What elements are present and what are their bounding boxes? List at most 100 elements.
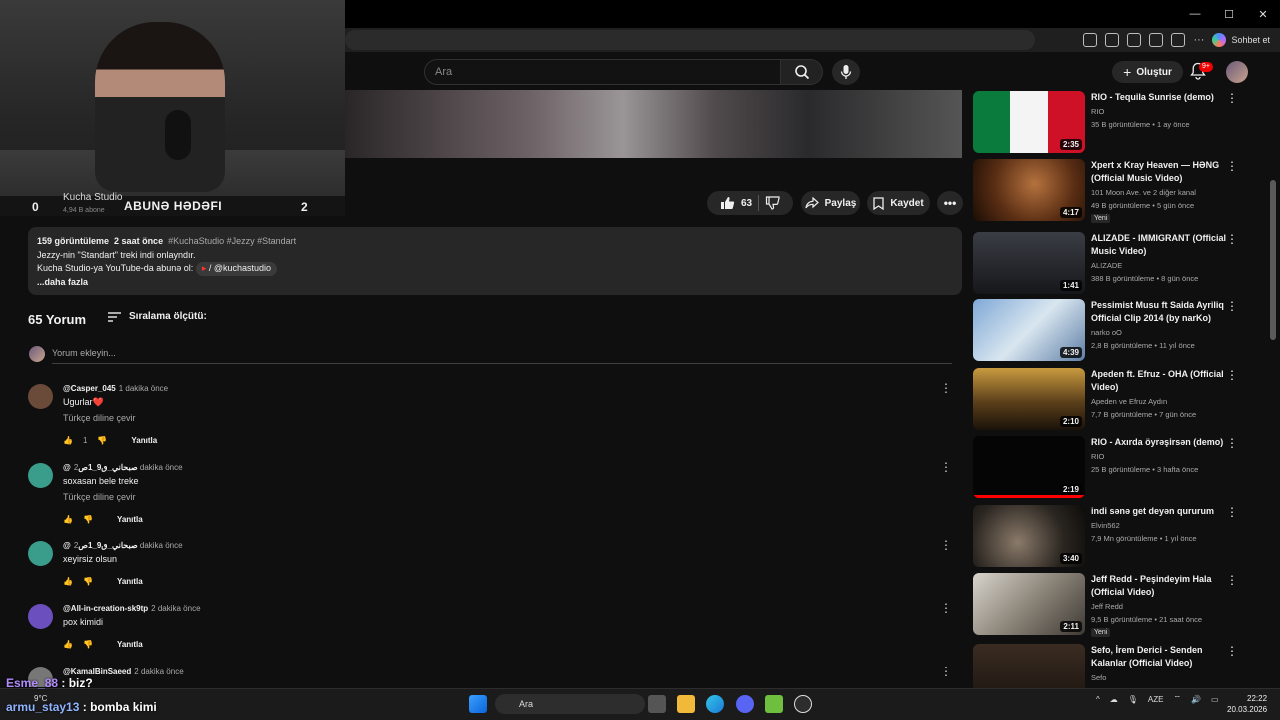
commenter-avatar[interactable] (28, 541, 53, 566)
video-channel[interactable]: Elvin562 (1091, 521, 1120, 530)
video-thumbnail[interactable]: 1:41 (973, 232, 1085, 294)
sort-comments-button[interactable]: Sıralama ölçütü: (108, 311, 207, 322)
comment-menu-icon[interactable]: ⋮ (940, 538, 952, 552)
taskbar-clock[interactable]: 22:22 20.03.2026 (1227, 693, 1267, 715)
video-thumbnail[interactable]: 2:10 (973, 368, 1085, 430)
video-title[interactable]: indi sənə get deyən qururum (1091, 505, 1231, 518)
tray-overflow-icon[interactable]: ^ (1096, 695, 1100, 704)
close-window-button[interactable]: ✕ (1246, 0, 1280, 28)
edge-browser-icon[interactable] (706, 695, 724, 713)
comment-time[interactable]: 1 dakika önce (119, 384, 168, 393)
mic-tray-icon[interactable]: 🎙 (1128, 695, 1138, 704)
share-button[interactable]: Paylaş (801, 191, 860, 215)
copilot-chat-button[interactable]: Sohbet et (1212, 33, 1270, 47)
account-avatar[interactable] (1226, 61, 1248, 83)
channel-link-chip[interactable]: ▸ / @kuchastudio (195, 262, 278, 276)
recommended-video[interactable]: 3:40 indi sənə get deyən qururum Elvin56… (973, 505, 1248, 567)
commenter-avatar[interactable] (28, 384, 53, 409)
search-button[interactable] (781, 59, 823, 85)
file-explorer-icon[interactable] (677, 695, 695, 713)
video-menu-icon[interactable]: ⋮ (1226, 573, 1238, 587)
comment-author[interactable]: @All-in-creation-sk9tp (63, 604, 148, 613)
video-menu-icon[interactable]: ⋮ (1226, 368, 1238, 382)
hashtags[interactable]: #KuchaStudio #Jezzy #Standart (168, 236, 296, 246)
translate-link[interactable]: Türkçe diline çevir (63, 492, 136, 502)
recommended-video[interactable]: 2:11 Jeff Redd - Peşindeyim Hala (Offici… (973, 573, 1248, 637)
more-options-icon[interactable]: ··· (1193, 34, 1204, 46)
comment-menu-icon[interactable]: ⋮ (940, 381, 952, 395)
video-menu-icon[interactable]: ⋮ (1226, 91, 1238, 105)
video-thumbnail[interactable]: 2:11 (973, 573, 1085, 635)
video-channel[interactable]: narko oO (1091, 328, 1122, 337)
recommended-video[interactable]: 4:39 Pessimist Musu ft Saida Ayriliq Off… (973, 299, 1248, 361)
start-windows-icon[interactable] (469, 695, 487, 713)
recommended-video[interactable]: 2:19 RIO - Axırda öyrəşirsən (demo) RIO … (973, 436, 1248, 498)
create-button[interactable]: + Oluştur (1112, 61, 1183, 83)
comment-dislike-icon[interactable]: 👎 (83, 577, 93, 586)
video-menu-icon[interactable]: ⋮ (1226, 644, 1238, 658)
reply-button[interactable]: Yanıtla (117, 640, 143, 649)
obs-icon[interactable] (794, 695, 812, 713)
video-thumbnail[interactable]: 3:40 (973, 505, 1085, 567)
video-menu-icon[interactable]: ⋮ (1226, 159, 1238, 173)
favorites-icon[interactable] (1149, 33, 1164, 47)
taskbar-search[interactable]: Ara (495, 694, 645, 714)
comment-author[interactable]: @Casper_045 (63, 384, 116, 393)
comment-time[interactable]: 2 dakika önce (151, 604, 200, 613)
video-title[interactable]: Sefo, İrem Derici - Senden Kalanlar (Off… (1091, 644, 1231, 670)
video-channel[interactable]: ALIZADE (1091, 261, 1122, 270)
minimize-button[interactable]: — (1178, 0, 1212, 28)
video-thumbnail[interactable] (973, 644, 1085, 688)
video-title[interactable]: Apeden ft. Efruz - OHA (Official Video) (1091, 368, 1231, 394)
translate-link[interactable]: Türkçe diline çevir (63, 413, 136, 423)
video-channel[interactable]: 101 Moon Ave. ve 2 diğer kanal (1091, 188, 1196, 197)
video-thumbnail[interactable]: 2:35 (973, 91, 1085, 153)
comment-time[interactable]: 2 dakika önce (134, 667, 183, 676)
video-player[interactable] (345, 90, 962, 158)
wifi-icon[interactable]: ⌔ (1173, 694, 1181, 704)
save-button[interactable]: Kaydet (867, 191, 930, 215)
maximize-button[interactable]: ☐ (1212, 0, 1246, 28)
reply-button[interactable]: Yanıtla (117, 577, 143, 586)
video-channel[interactable]: RIO (1091, 107, 1104, 116)
collections-icon[interactable] (1171, 33, 1186, 47)
video-channel[interactable]: Apeden ve Efruz Aydın (1091, 397, 1167, 406)
video-menu-icon[interactable]: ⋮ (1226, 505, 1238, 519)
page-scrollbar[interactable] (1270, 180, 1276, 340)
commenter-avatar[interactable] (28, 463, 53, 488)
video-title[interactable]: ALIZADE - IMMIGRANT (Official Music Vide… (1091, 232, 1231, 258)
video-description[interactable]: 159 görüntüleme 2 saat önce #KuchaStudio… (28, 227, 962, 295)
commenter-avatar[interactable] (28, 604, 53, 629)
show-more-link[interactable]: ...daha fazla (37, 276, 953, 290)
onedrive-icon[interactable]: ☁ (1110, 695, 1118, 704)
video-title[interactable]: Pessimist Musu ft Saida Ayriliq Official… (1091, 299, 1231, 325)
video-channel[interactable]: Jeff Redd (1091, 602, 1123, 611)
comment-author[interactable]: @KamalBinSaeed (63, 667, 131, 676)
comment-dislike-icon[interactable]: 👎 (97, 436, 107, 445)
recommended-video[interactable]: 1:41 ALIZADE - IMMIGRANT (Official Music… (973, 232, 1248, 294)
comment-menu-icon[interactable]: ⋮ (940, 460, 952, 474)
video-menu-icon[interactable]: ⋮ (1226, 299, 1238, 313)
video-thumbnail[interactable]: 4:39 (973, 299, 1085, 361)
input-language[interactable]: AZE (1148, 695, 1164, 704)
recommended-video[interactable]: 4:17 Xpert x Kray Heaven — HƏNG (Officia… (973, 159, 1248, 223)
comment-like-icon[interactable]: 👍 (63, 436, 73, 445)
comment-menu-icon[interactable]: ⋮ (940, 601, 952, 615)
reply-button[interactable]: Yanıtla (117, 515, 143, 524)
add-comment-input[interactable]: Yorum ekleyin... (52, 344, 952, 364)
recommended-video[interactable]: 2:10 Apeden ft. Efruz - OHA (Official Vi… (973, 368, 1248, 430)
minecraft-icon[interactable] (765, 695, 783, 713)
more-actions-button[interactable]: ••• (937, 191, 963, 215)
app-available-icon[interactable] (1083, 33, 1098, 47)
recommended-video[interactable]: Sefo, İrem Derici - Senden Kalanlar (Off… (973, 644, 1248, 688)
voice-search-button[interactable] (832, 59, 860, 85)
task-view-icon[interactable] (648, 695, 666, 713)
video-thumbnail[interactable]: 2:19 (973, 436, 1085, 498)
video-title[interactable]: RIO - Axırda öyrəşirsən (demo) (1091, 436, 1231, 449)
video-channel[interactable]: RIO (1091, 452, 1104, 461)
discord-icon[interactable] (736, 695, 754, 713)
comment-dislike-icon[interactable]: 👎 (83, 640, 93, 649)
comment-like-icon[interactable]: 👍 (63, 515, 73, 524)
video-menu-icon[interactable]: ⋮ (1226, 232, 1238, 246)
comment-dislike-icon[interactable]: 👎 (83, 515, 93, 524)
